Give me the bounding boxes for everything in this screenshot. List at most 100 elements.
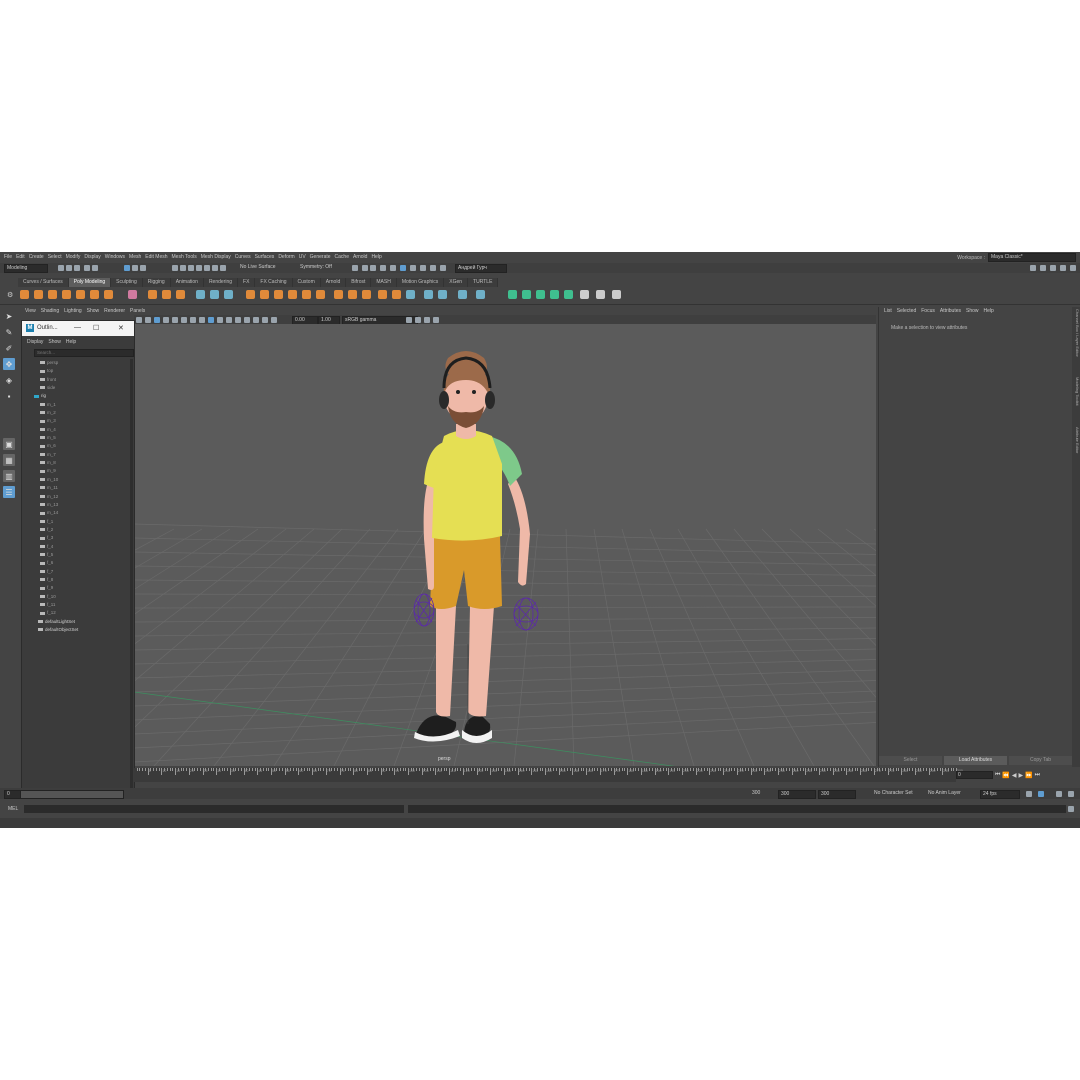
outliner-item[interactable]: m_11 bbox=[22, 484, 126, 492]
menu-arnold[interactable]: Arnold bbox=[353, 254, 367, 260]
hand-control-left[interactable] bbox=[413, 593, 435, 627]
loop-icon[interactable] bbox=[1026, 791, 1032, 797]
minimize-icon[interactable]: — bbox=[74, 324, 81, 331]
shelf-tool-icon[interactable] bbox=[438, 290, 447, 299]
outliner-window[interactable]: M Outlin... — ☐ ✕ Display Show Help Search… bbox=[21, 320, 135, 795]
attribute-editor-icon[interactable] bbox=[1050, 265, 1056, 271]
shelf-tool-icon[interactable] bbox=[20, 290, 29, 299]
shelf-settings-icon[interactable]: ⚙ bbox=[7, 291, 13, 299]
select-tool-icon[interactable]: ➤ bbox=[3, 310, 15, 322]
menu-help[interactable]: Help bbox=[371, 254, 381, 260]
redo-icon[interactable] bbox=[92, 265, 98, 271]
scale-tool-icon[interactable]: ▪ bbox=[3, 390, 15, 402]
shelf-tool-icon[interactable] bbox=[104, 290, 113, 299]
shelf-tool-icon[interactable] bbox=[596, 290, 605, 299]
menu-mesh[interactable]: Mesh bbox=[129, 254, 141, 260]
attr-menu-focus[interactable]: Focus bbox=[921, 307, 935, 316]
outliner-item[interactable]: f_1 bbox=[22, 518, 126, 526]
shelf-tool-icon[interactable] bbox=[162, 290, 171, 299]
viewport-tool-icon[interactable] bbox=[253, 316, 259, 323]
shelf-tool-icon[interactable] bbox=[302, 290, 311, 299]
viewport-tool-icon[interactable] bbox=[217, 316, 223, 323]
outliner-item[interactable]: m_9 bbox=[22, 467, 126, 475]
shelf-tab-sculpting[interactable]: Sculpting bbox=[111, 278, 143, 287]
menu-uv[interactable]: UV bbox=[299, 254, 306, 260]
close-icon[interactable]: ✕ bbox=[118, 324, 124, 332]
shelf-tool-icon[interactable] bbox=[34, 290, 43, 299]
shelf-tab-bifrost[interactable]: Bifrost bbox=[346, 278, 372, 287]
viewport-tool-icon[interactable] bbox=[145, 316, 151, 323]
snap-pivot-icon[interactable] bbox=[220, 265, 226, 271]
viewport-tool-icon[interactable] bbox=[433, 316, 439, 323]
attr-menu-show[interactable]: Show bbox=[966, 307, 979, 316]
snap-vertex-icon[interactable] bbox=[212, 265, 218, 271]
go-to-start-icon[interactable]: ⏮ bbox=[995, 772, 1000, 779]
select-button[interactable]: Select bbox=[879, 756, 942, 765]
auto-key-icon[interactable] bbox=[1038, 791, 1044, 797]
current-frame-field[interactable]: 0 bbox=[956, 771, 993, 779]
viewport-tool-icon[interactable] bbox=[154, 316, 160, 323]
shelf-tool-icon[interactable] bbox=[424, 290, 433, 299]
viewport-scene[interactable] bbox=[134, 324, 876, 766]
snap-curve-icon[interactable] bbox=[180, 265, 186, 271]
shelf-tool-icon[interactable] bbox=[476, 290, 485, 299]
viewport-persp[interactable]: persp bbox=[134, 324, 876, 766]
open-scene-icon[interactable] bbox=[66, 265, 72, 271]
go-to-end-icon[interactable]: ⏭ bbox=[1035, 772, 1040, 779]
viewport-tool-icon[interactable] bbox=[190, 316, 196, 323]
shelf-tool-icon[interactable] bbox=[536, 290, 545, 299]
shelf-tool-icon[interactable] bbox=[612, 290, 621, 299]
panel-menu-renderer[interactable]: Renderer bbox=[104, 307, 125, 316]
shelf-tool-icon[interactable] bbox=[176, 290, 185, 299]
outliner-item[interactable]: m_4 bbox=[22, 426, 126, 434]
tool-settings-icon[interactable] bbox=[1060, 265, 1066, 271]
render-frame-icon[interactable] bbox=[362, 265, 368, 271]
anim-layer-dropdown[interactable]: No Anim Layer bbox=[928, 790, 961, 797]
range-end-field[interactable]: 300 bbox=[778, 790, 816, 799]
user-account-dropdown[interactable]: Андрей Гурч bbox=[455, 264, 507, 273]
menu-edit-mesh[interactable]: Edit Mesh bbox=[145, 254, 167, 260]
menu-display[interactable]: Display bbox=[84, 254, 100, 260]
fps-dropdown[interactable]: 24 fps bbox=[980, 790, 1020, 799]
outliner-item[interactable]: m_3 bbox=[22, 417, 126, 425]
shelf-tool-icon[interactable] bbox=[348, 290, 357, 299]
shelf-tool-icon[interactable] bbox=[550, 290, 559, 299]
menu-modify[interactable]: Modify bbox=[66, 254, 81, 260]
pause-viewport-icon[interactable] bbox=[430, 265, 436, 271]
step-forward-key-icon[interactable]: ⏩ bbox=[1025, 772, 1032, 779]
modeling-toolkit-icon[interactable] bbox=[1070, 265, 1076, 271]
outliner-item[interactable]: m_8 bbox=[22, 459, 126, 467]
outliner-item[interactable]: m_1 bbox=[22, 401, 126, 409]
mode-dropdown[interactable]: Modeling bbox=[4, 264, 48, 273]
new-scene-icon[interactable] bbox=[58, 265, 64, 271]
viewport-tool-icon[interactable] bbox=[235, 316, 241, 323]
attr-menu-help[interactable]: Help bbox=[984, 307, 994, 316]
lasso-tool-icon[interactable]: ✎ bbox=[3, 326, 15, 338]
animation-prefs-icon[interactable] bbox=[1068, 791, 1074, 797]
shelf-tool-icon[interactable] bbox=[246, 290, 255, 299]
outliner-item[interactable]: f_10 bbox=[22, 593, 126, 601]
workspace-selector[interactable]: Workspace : Maya Classic* bbox=[957, 253, 1076, 262]
shelf-tool-icon[interactable] bbox=[128, 290, 137, 299]
attr-menu-selected[interactable]: Selected bbox=[897, 307, 916, 316]
rotate-tool-icon[interactable]: ◈ bbox=[3, 374, 15, 386]
viewport-tool-icon[interactable] bbox=[226, 316, 232, 323]
render-settings-icon[interactable] bbox=[390, 265, 396, 271]
four-view-icon[interactable]: ▦ bbox=[3, 454, 15, 466]
menu-edit[interactable]: Edit bbox=[16, 254, 25, 260]
maximize-icon[interactable]: ☐ bbox=[93, 324, 99, 332]
viewport-tool-icon[interactable] bbox=[244, 316, 250, 323]
command-input[interactable] bbox=[24, 805, 404, 813]
toggle-icon[interactable] bbox=[440, 265, 446, 271]
snap-grid-icon[interactable] bbox=[172, 265, 178, 271]
menu-windows[interactable]: Windows bbox=[105, 254, 125, 260]
menu-surfaces[interactable]: Surfaces bbox=[255, 254, 275, 260]
playback-prefs-icon[interactable] bbox=[1056, 791, 1062, 797]
shelf-tool-icon[interactable] bbox=[458, 290, 467, 299]
shelf-tab-poly-modeling[interactable]: Poly Modeling bbox=[68, 278, 112, 287]
channel-box-icon[interactable] bbox=[1040, 265, 1046, 271]
light-editor-icon[interactable] bbox=[420, 265, 426, 271]
shelf-tab-mash[interactable]: MASH bbox=[371, 278, 397, 287]
panel-menu-view[interactable]: View bbox=[25, 307, 36, 316]
outliner-item[interactable]: f_7 bbox=[22, 568, 126, 576]
